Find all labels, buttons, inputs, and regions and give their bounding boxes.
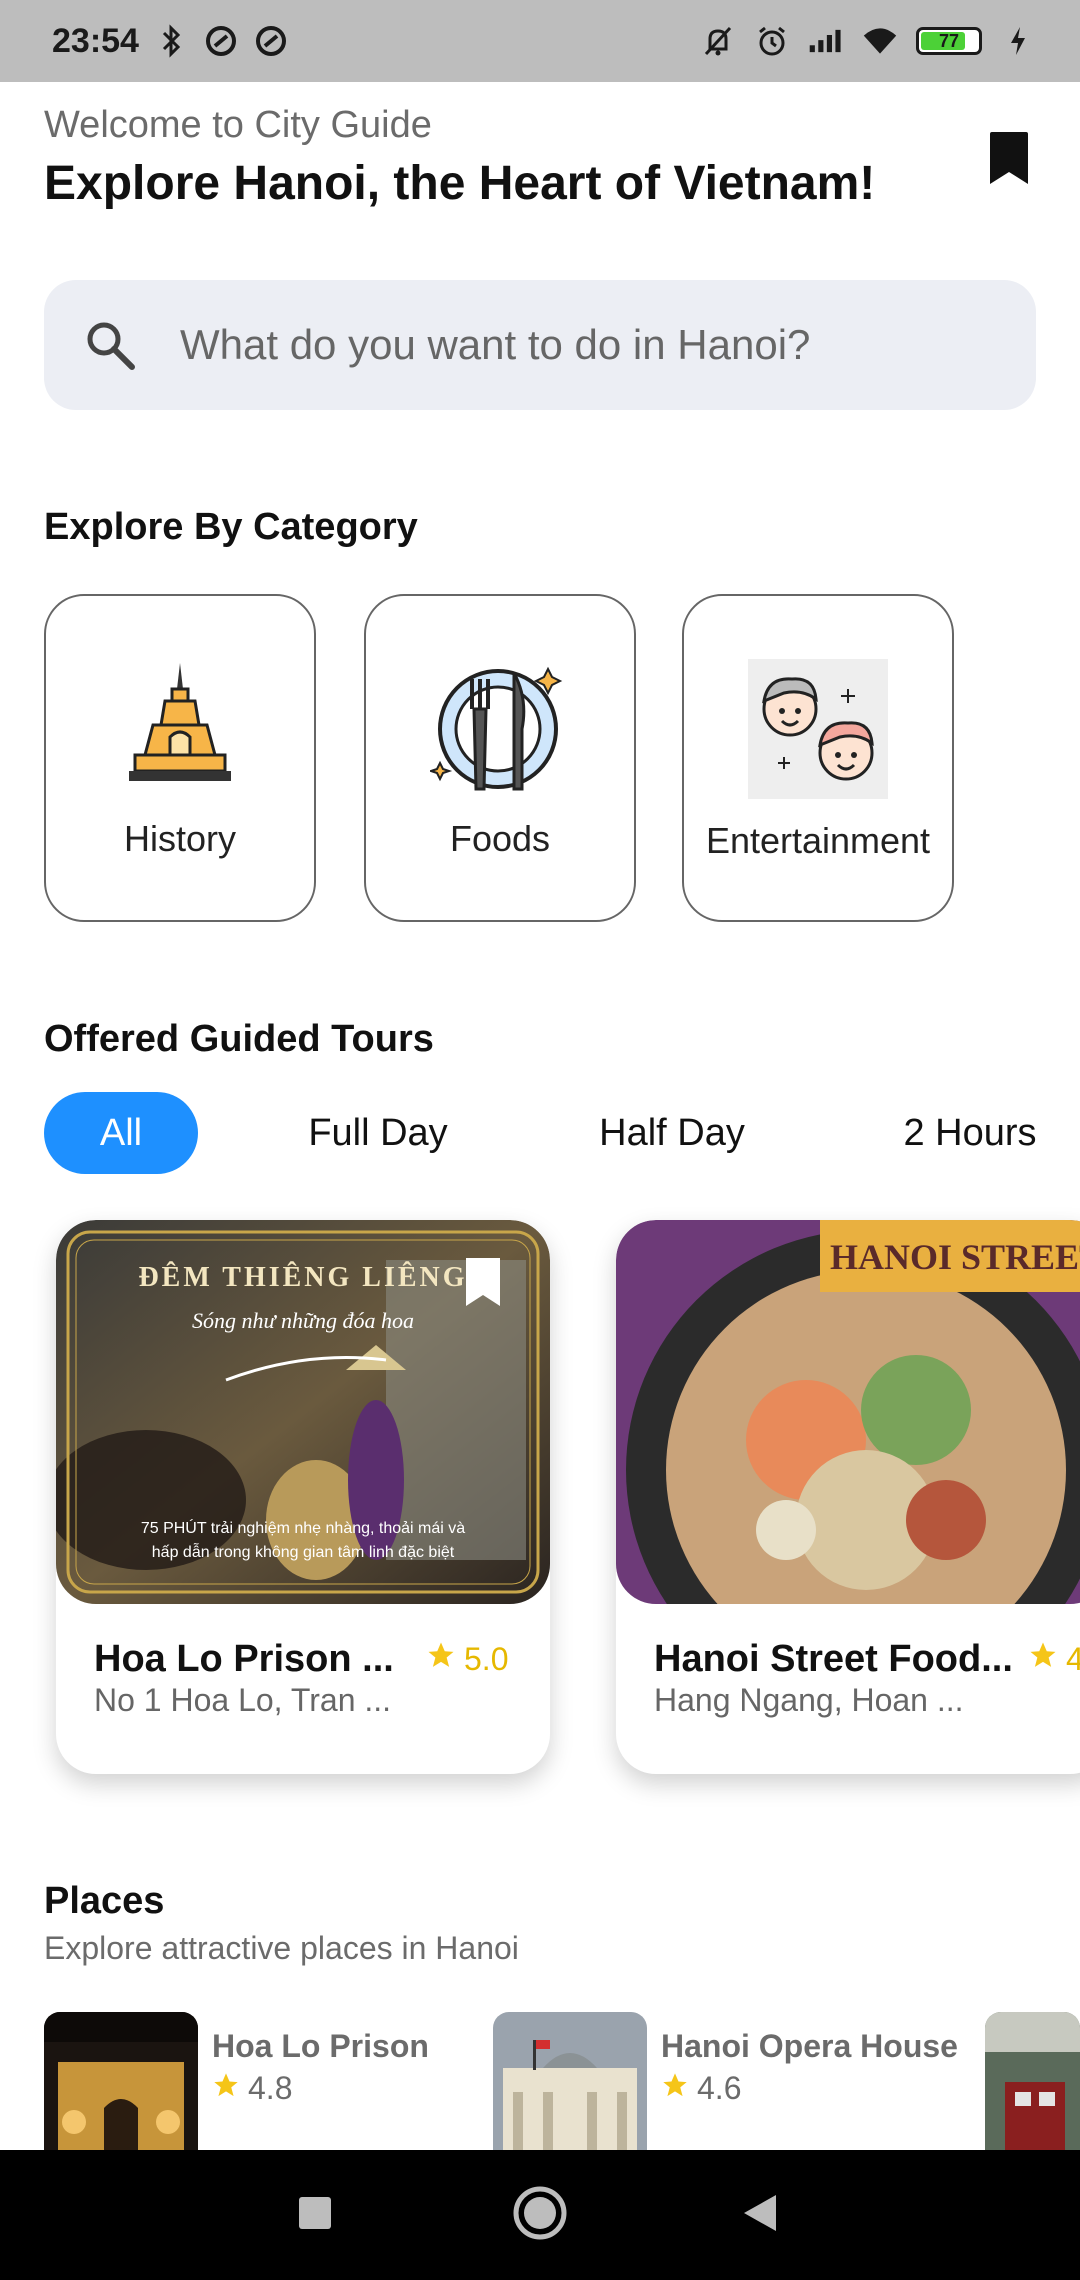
bluetooth-icon xyxy=(153,23,189,59)
tour-image: ĐÊM THIÊNG LIÊNG Sóng như những đóa hoa … xyxy=(56,1220,550,1604)
places-subtitle: Explore attractive places in Hanoi xyxy=(44,1930,519,1966)
back-button[interactable] xyxy=(725,2178,795,2248)
place-image xyxy=(44,2012,198,2150)
star-icon xyxy=(1028,1640,1058,1678)
category-label: Foods xyxy=(449,818,551,859)
star-icon xyxy=(661,2070,689,2107)
alarm-icon xyxy=(754,23,790,59)
tour-image-caption-2: hấp dẫn trong không gian tâm linh đặc bi… xyxy=(151,1544,455,1561)
category-label: Entertainment xyxy=(705,820,931,861)
tour-rating: 4 xyxy=(1028,1640,1080,1678)
welcome-text: Welcome to City Guide xyxy=(44,104,432,146)
tour-filter-tabs: All Full Day Half Day 2 Hours xyxy=(44,1092,1080,1176)
tour-image: HANOI STREET FO xyxy=(616,1220,1080,1604)
status-time: 23:54 xyxy=(52,21,139,60)
tab-full-day[interactable]: Full Day xyxy=(278,1092,478,1174)
bookmark-icon[interactable] xyxy=(990,132,1028,184)
tours-section-title: Offered Guided Tours xyxy=(44,1018,434,1060)
category-foods[interactable]: Foods xyxy=(364,594,636,922)
category-section-title: Explore By Category xyxy=(44,506,418,548)
search-input[interactable] xyxy=(178,320,1002,370)
tour-title: Hoa Lo Prison ... xyxy=(94,1638,394,1680)
category-history[interactable]: History xyxy=(44,594,316,922)
tour-card[interactable]: ĐÊM THIÊNG LIÊNG Sóng như những đóa hoa … xyxy=(56,1220,550,1774)
place-item[interactable] xyxy=(985,2012,1080,2150)
home-button[interactable] xyxy=(505,2178,575,2248)
place-image xyxy=(985,2012,1080,2150)
charging-icon xyxy=(1000,23,1036,59)
rating-value: 5.0 xyxy=(464,1640,509,1677)
tour-image-script: Sóng như những đóa hoa xyxy=(192,1308,414,1333)
tour-card[interactable]: HANOI STREET FO Hanoi Street Food... Han… xyxy=(616,1220,1080,1774)
star-icon xyxy=(426,1640,456,1678)
battery-level: 77 xyxy=(938,30,960,51)
mute-bell-icon xyxy=(700,23,736,59)
system-navigation-bar xyxy=(0,2150,1080,2280)
place-rating: 4.8 xyxy=(212,2070,292,2107)
wifi-icon xyxy=(862,23,898,59)
search-bar[interactable] xyxy=(44,280,1036,410)
place-rating: 4.6 xyxy=(661,2070,741,2107)
category-entertainment[interactable]: Entertainment xyxy=(682,594,954,922)
rating-value: 4.8 xyxy=(248,2070,293,2106)
bookmark-icon[interactable] xyxy=(466,1258,500,1306)
place-item[interactable]: Hoa Lo Prison 4.8 xyxy=(44,2012,464,2150)
page-title: Explore Hanoi, the Heart of Vietnam! xyxy=(44,157,876,210)
rating-value: 4 xyxy=(1066,1640,1080,1677)
place-item[interactable]: Hanoi Opera House 4.6 xyxy=(493,2012,958,2150)
recents-button[interactable] xyxy=(280,2178,350,2248)
pagoda-icon xyxy=(105,654,255,804)
search-icon xyxy=(82,317,138,373)
rating-value: 4.6 xyxy=(697,2070,742,2106)
place-name: Hoa Lo Prison xyxy=(212,2028,429,2064)
tour-image-caption-1: 75 PHÚT trải nghiệm nhẹ nhàng, thoải mái… xyxy=(140,1520,466,1537)
data-saver-icon xyxy=(203,23,239,59)
plate-fork-knife-icon xyxy=(425,654,575,804)
data-saver-icon-2 xyxy=(253,23,289,59)
battery-icon: 77 xyxy=(916,27,982,55)
tour-address: No 1 Hoa Lo, Tran ... xyxy=(94,1682,392,1718)
status-bar: 23:54 77 xyxy=(0,0,1080,82)
tour-rating: 5.0 xyxy=(426,1640,508,1678)
tour-image-banner: HANOI STREET FO xyxy=(830,1237,1080,1277)
tab-half-day[interactable]: Half Day xyxy=(572,1092,772,1174)
star-icon xyxy=(212,2070,240,2107)
tab-all[interactable]: All xyxy=(44,1092,198,1174)
place-image xyxy=(493,2012,647,2150)
places-section-title: Places xyxy=(44,1880,165,1922)
tour-address: Hang Ngang, Hoan ... xyxy=(654,1682,964,1718)
tour-title: Hanoi Street Food... xyxy=(654,1638,1013,1680)
tab-2-hours[interactable]: 2 Hours xyxy=(870,1092,1070,1174)
category-label: History xyxy=(123,818,236,859)
happy-faces-icon xyxy=(743,654,893,804)
place-name: Hanoi Opera House xyxy=(661,2028,958,2064)
signal-icon xyxy=(808,23,844,59)
